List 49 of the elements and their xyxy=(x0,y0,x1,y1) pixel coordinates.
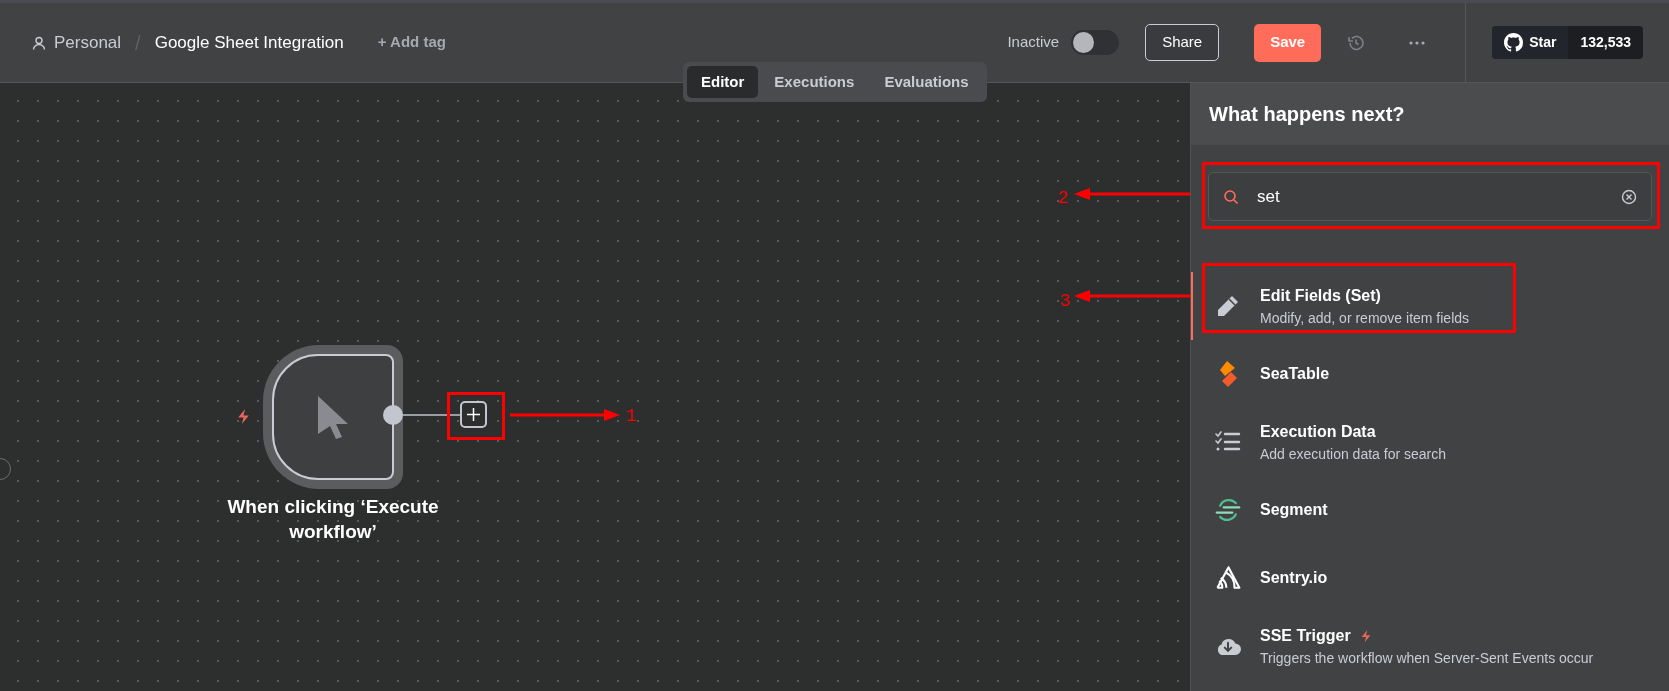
cursor-icon xyxy=(316,394,350,440)
star-label: Star xyxy=(1529,33,1557,52)
search-input[interactable]: set xyxy=(1257,183,1603,210)
annotation-number: 2 xyxy=(1058,187,1069,210)
add-node-button[interactable] xyxy=(460,401,487,428)
user-icon xyxy=(32,35,46,50)
node-name: Segment xyxy=(1260,500,1328,520)
view-tab[interactable]: Executions xyxy=(760,66,869,98)
node-list-item[interactable]: SeaTable xyxy=(1191,340,1669,408)
star-count: 132,533 xyxy=(1579,33,1632,52)
more-icon[interactable] xyxy=(1409,40,1426,45)
checklist-icon xyxy=(1215,431,1241,453)
pencil-icon xyxy=(1215,293,1241,319)
annotation-box xyxy=(447,392,505,440)
trigger-node[interactable] xyxy=(263,345,403,489)
node-description: Modify, add, or remove item fields xyxy=(1260,309,1470,328)
node-label: When clicking ‘Execute workflow’ xyxy=(226,495,440,544)
github-icon xyxy=(1504,33,1524,52)
workflow-name[interactable]: Google Sheet Integration xyxy=(154,29,344,56)
node-name: SSE Trigger xyxy=(1260,626,1351,646)
active-status-label: Inactive xyxy=(1007,32,1060,53)
node-description: Triggers the workflow when Server-Sent Events occur xyxy=(1260,649,1594,668)
view-tab[interactable]: Evaluations xyxy=(870,66,983,98)
annotation-number: 3 xyxy=(1060,290,1071,313)
view-tab[interactable]: Editor xyxy=(687,66,759,98)
node-name: Execution Data xyxy=(1260,422,1376,442)
seatable-logo-icon xyxy=(1217,360,1239,388)
active-toggle[interactable] xyxy=(1071,30,1120,55)
node-name: Sentry.io xyxy=(1260,568,1328,588)
node-list-item[interactable]: Edit Fields (Set) Modify, add, or remove item fields xyxy=(1191,272,1669,340)
annotation-number: 1 xyxy=(626,405,637,428)
panel-title: What happens next? xyxy=(1209,102,1405,127)
search-field[interactable]: set xyxy=(1208,172,1652,221)
clear-icon[interactable] xyxy=(1621,188,1637,205)
node-description: Add execution data for search xyxy=(1260,445,1446,464)
node-name: Edit Fields (Set) xyxy=(1260,286,1381,306)
plus-icon xyxy=(467,408,480,421)
add-tag-link[interactable]: + Add tag xyxy=(377,31,446,54)
breadcrumb-separator: / xyxy=(135,30,141,56)
project-link[interactable]: Personal xyxy=(54,29,122,56)
node-list-item[interactable]: SSE Trigger Triggers the workflow when Server-Sent Events occur xyxy=(1191,612,1669,680)
node-list-item[interactable]: Sentry.io xyxy=(1191,544,1669,612)
github-star-button[interactable]: Star 132,533 xyxy=(1492,26,1643,59)
search-icon xyxy=(1223,188,1239,205)
node-name: SeaTable xyxy=(1260,364,1330,384)
share-button[interactable]: Share xyxy=(1145,24,1220,61)
node-list-item[interactable]: Segment xyxy=(1191,476,1669,544)
node-list-item[interactable]: Execution Data Add execution data for search xyxy=(1191,408,1669,476)
history-icon[interactable] xyxy=(1347,33,1366,52)
